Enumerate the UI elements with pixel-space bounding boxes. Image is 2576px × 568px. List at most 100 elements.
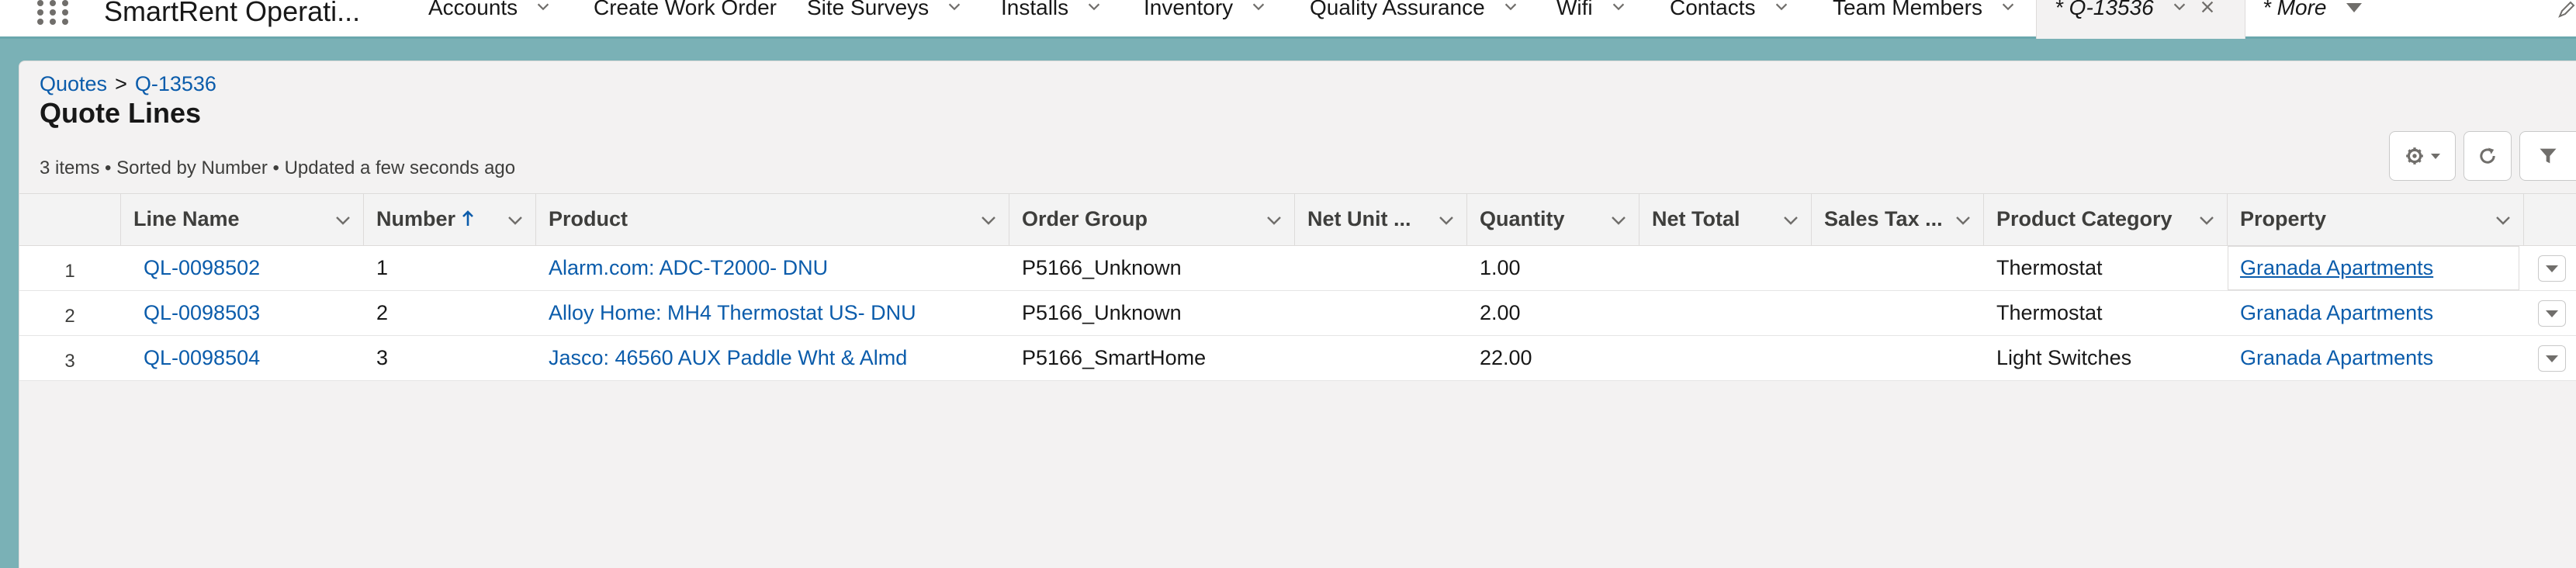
nav-more-label: * More: [2263, 0, 2327, 19]
close-icon[interactable]: [2199, 0, 2216, 16]
caret-down-icon: [2346, 3, 2363, 12]
nav-tab-team-members[interactable]: Team Members: [1833, 0, 2017, 26]
chevron-down-icon[interactable]: [1773, 0, 1790, 16]
net-unit-price-cell: [1295, 246, 1467, 290]
line-name-cell: QL-0098502: [131, 246, 364, 290]
filter-icon: [2540, 148, 2557, 164]
filter-button[interactable]: [2519, 131, 2576, 181]
nav-tab-label: Quality Assurance: [1310, 0, 1485, 19]
column-header-order-group[interactable]: Order Group: [1009, 194, 1295, 245]
column-header-product-category[interactable]: Product Category: [1984, 194, 2228, 245]
table-row: 1 QL-0098502 1 Alarm.com: ADC-T2000- DNU…: [19, 246, 2576, 291]
nav-tab-inventory[interactable]: Inventory: [1144, 0, 1267, 26]
row-action-button[interactable]: [2538, 255, 2566, 282]
chevron-down-icon[interactable]: [1781, 211, 1800, 230]
order-group-cell: P5166_SmartHome: [1022, 346, 1207, 369]
pencil-icon[interactable]: [2557, 0, 2576, 19]
line-name-link[interactable]: QL-0098502: [144, 256, 260, 280]
nav-tab-wifi[interactable]: Wifi: [1556, 0, 1627, 26]
column-header-label: Number: [376, 207, 456, 230]
product-link[interactable]: Alarm.com: ADC-T2000- DNU: [549, 256, 828, 280]
line-name-cell: QL-0098503: [131, 291, 364, 335]
column-header-label: Product: [549, 207, 628, 230]
nav-tab-label: Wifi: [1556, 0, 1593, 19]
net-total-cell: [1639, 246, 1812, 290]
chevron-down-icon[interactable]: [1954, 211, 1972, 230]
caret-down-icon: [2546, 355, 2558, 362]
quote-lines-table: Line Name Number Product Order Group Net…: [19, 193, 2576, 381]
row-action-button[interactable]: [2538, 300, 2566, 327]
column-header-line-name[interactable]: Line Name: [120, 194, 364, 245]
column-header-label: Sales Tax ...: [1824, 207, 1943, 230]
nav-tab-q-13536[interactable]: * Q-13536: [2055, 0, 2216, 26]
nav-tab-create-work-order[interactable]: Create Work Order: [594, 0, 777, 26]
nav-more-menu[interactable]: * More: [2263, 0, 2363, 26]
row-number: 3: [64, 350, 75, 372]
app-launcher-waffle-icon[interactable]: [36, 0, 73, 28]
chevron-down-icon[interactable]: [1437, 211, 1456, 230]
breadcrumb-record-link[interactable]: Q-13536: [135, 72, 216, 95]
list-settings-button[interactable]: [2389, 131, 2456, 181]
chevron-down-icon[interactable]: [2494, 211, 2512, 230]
product-link[interactable]: Jasco: 46560 AUX Paddle Wht & Almd: [549, 346, 907, 370]
chevron-down-icon[interactable]: [1250, 0, 1267, 16]
property-link[interactable]: Granada Apartments: [2240, 301, 2433, 325]
related-list-card: Quotes > Q-13536 Quote Lines 3 items • Sor…: [19, 61, 2576, 568]
number-cell: 3: [376, 346, 389, 369]
line-name-link[interactable]: QL-0098504: [144, 346, 260, 370]
number-cell: 1: [376, 256, 389, 279]
chevron-down-icon[interactable]: [506, 211, 525, 230]
quantity-cell: 22.00: [1480, 346, 1532, 369]
line-name-cell: QL-0098504: [131, 336, 364, 380]
chevron-down-icon[interactable]: [1610, 0, 1627, 16]
nav-tab-accounts[interactable]: Accounts: [428, 0, 552, 26]
nav-tab-installs[interactable]: Installs: [1001, 0, 1103, 26]
column-header-label: Product Category: [1996, 207, 2173, 230]
nav-tab-site-surveys[interactable]: Site Surveys: [807, 0, 963, 26]
number-cell: 2: [376, 301, 389, 324]
chevron-down-icon[interactable]: [1609, 211, 1628, 230]
column-header-property[interactable]: Property: [2228, 194, 2524, 245]
property-link[interactable]: Granada Apartments: [2240, 256, 2433, 280]
row-action-button[interactable]: [2538, 345, 2566, 372]
chevron-down-icon[interactable]: [946, 0, 963, 16]
chevron-down-icon[interactable]: [979, 211, 998, 230]
property-link[interactable]: Granada Apartments: [2240, 346, 2433, 370]
net-total-cell: [1639, 336, 1812, 380]
chevron-down-icon[interactable]: [1265, 211, 1283, 230]
column-header-product[interactable]: Product: [536, 194, 1009, 245]
gear-icon: [2406, 147, 2423, 165]
sales-tax-cell: [1812, 291, 1984, 335]
table-header-row: Line Name Number Product Order Group Net…: [19, 193, 2576, 246]
column-header-quantity[interactable]: Quantity: [1467, 194, 1639, 245]
breadcrumb-separator: >: [115, 72, 127, 95]
chevron-down-icon[interactable]: [535, 0, 552, 16]
nav-tab-label: Team Members: [1833, 0, 1982, 19]
nav-tab-quality-assurance[interactable]: Quality Assurance: [1310, 0, 1519, 26]
chevron-down-icon[interactable]: [334, 211, 352, 230]
caret-down-icon: [2431, 153, 2440, 159]
net-unit-price-cell: [1295, 336, 1467, 380]
nav-tab-contacts[interactable]: Contacts: [1670, 0, 1790, 26]
chevron-down-icon[interactable]: [2197, 211, 2216, 230]
product-link[interactable]: Alloy Home: MH4 Thermostat US- DNU: [549, 301, 916, 325]
chevron-down-icon[interactable]: [1502, 0, 1519, 16]
nav-tab-label: Installs: [1001, 0, 1069, 19]
column-header-net-unit-price[interactable]: Net Unit ...: [1295, 194, 1467, 245]
breadcrumb-quotes-link[interactable]: Quotes: [40, 72, 107, 95]
chevron-down-icon[interactable]: [2171, 0, 2188, 16]
line-name-link[interactable]: QL-0098503: [144, 301, 260, 325]
column-header-label: Net Total: [1652, 207, 1740, 230]
product-cell: Alloy Home: MH4 Thermostat US- DNU: [536, 291, 1009, 335]
column-header-label: Property: [2240, 207, 2327, 230]
column-header-net-total[interactable]: Net Total: [1639, 194, 1812, 245]
chevron-down-icon[interactable]: [1085, 0, 1103, 16]
refresh-button[interactable]: [2463, 131, 2512, 181]
column-header-sales-tax[interactable]: Sales Tax ...: [1812, 194, 1984, 245]
column-header-number[interactable]: Number: [364, 194, 536, 245]
chevron-down-icon[interactable]: [2000, 0, 2017, 16]
row-number: 2: [64, 305, 75, 327]
page-title: Quote Lines: [40, 97, 202, 129]
nav-tab-label: Inventory: [1144, 0, 1234, 19]
table-row: 2 QL-0098503 2 Alloy Home: MH4 Thermosta…: [19, 291, 2576, 336]
